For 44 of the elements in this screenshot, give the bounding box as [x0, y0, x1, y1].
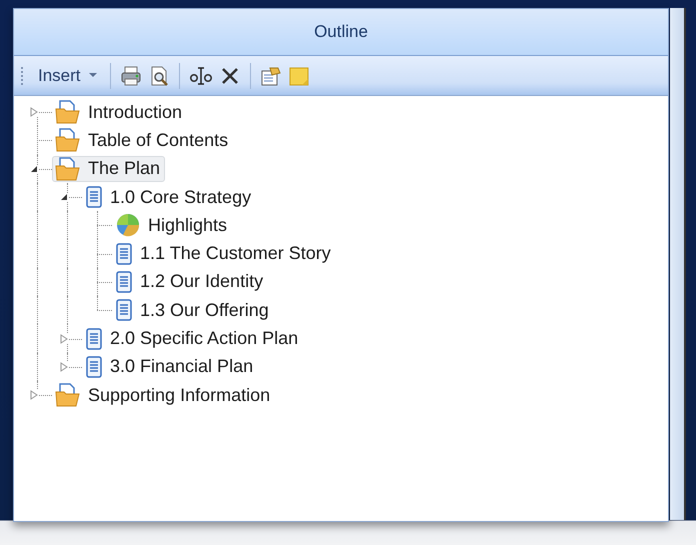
tree-item[interactable]: 1.1 The Customer Story	[112, 240, 336, 267]
caret-icon	[88, 73, 97, 78]
printer-icon[interactable]	[120, 64, 142, 86]
tree-item[interactable]: Introduction	[52, 99, 188, 126]
item-label: Table of Contents	[88, 130, 228, 151]
tree-item[interactable]: 1.2 Our Identity	[112, 268, 268, 296]
collapsed-arrow-icon[interactable]	[60, 362, 68, 372]
properties-icon[interactable]	[260, 64, 282, 86]
item-label: The Plan	[88, 158, 160, 180]
folder-icon	[55, 383, 81, 408]
document-icon	[85, 356, 103, 378]
item-label: Highlights	[148, 214, 228, 236]
item-label: 1.2 Our Identity	[140, 271, 264, 292]
text-cursor-icon[interactable]	[188, 64, 213, 86]
pie-chart-icon	[115, 213, 141, 238]
tree-item[interactable]: 2.0 Specific Action Plan	[82, 325, 304, 352]
folder-icon	[55, 100, 81, 124]
document-icon	[115, 299, 133, 322]
item-label: 3.0 Financial Plan	[110, 356, 254, 378]
tree-item[interactable]: The Plan	[52, 156, 166, 182]
folder-icon	[55, 156, 81, 181]
tree-item[interactable]: 1.3 Our Offering	[112, 297, 274, 324]
tree-item[interactable]: Highlights	[112, 212, 232, 238]
panel-title: Outline	[314, 22, 368, 42]
document-icon	[115, 270, 133, 293]
grip-icon	[20, 64, 24, 86]
folder-icon	[55, 128, 81, 152]
document-icon	[85, 328, 103, 350]
document-icon	[115, 242, 133, 265]
item-label: 1.1 The Customer Story	[140, 243, 331, 264]
collapsed-arrow-icon[interactable]	[30, 107, 38, 118]
tree-item[interactable]: Table of Contents	[52, 127, 234, 154]
item-label: 2.0 Specific Action Plan	[110, 328, 298, 350]
tree-item[interactable]: Supporting Information	[52, 382, 276, 408]
item-label: Introduction	[88, 102, 182, 123]
item-label: 1.0 Core Strategy	[110, 186, 252, 208]
tree-item[interactable]: 3.0 Financial Plan	[82, 354, 258, 380]
collapsed-arrow-icon[interactable]	[60, 334, 68, 344]
document-icon	[85, 186, 103, 208]
collapsed-arrow-icon[interactable]	[30, 390, 38, 400]
insert-button[interactable]: Insert	[34, 66, 101, 86]
item-label: Supporting Information	[88, 384, 270, 406]
item-label: 1.3 Our Offering	[140, 300, 269, 321]
tree-item[interactable]: 1.0 Core Strategy	[82, 184, 256, 210]
